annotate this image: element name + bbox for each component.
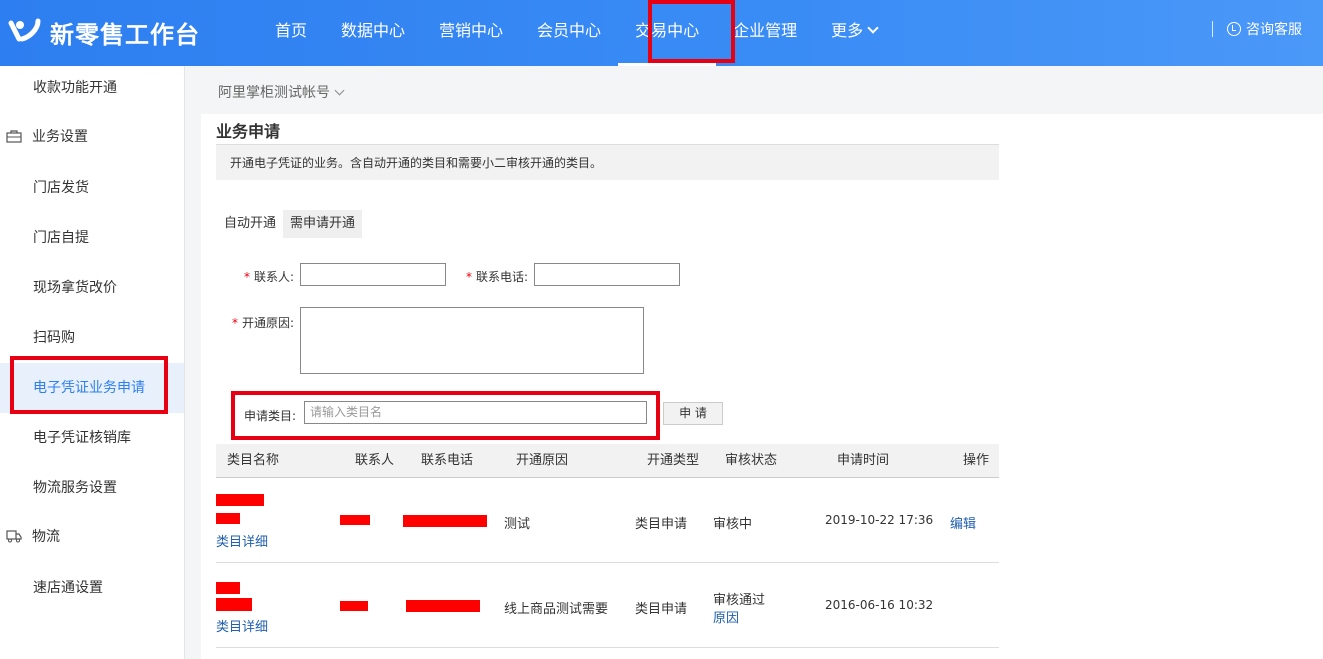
reason-cell: 测试 [504, 517, 531, 532]
time-cell: 2016-06-16 10:32 [825, 598, 934, 612]
sidebar-group-label: 业务设置 [32, 129, 88, 145]
table-row: 类目详细 线上商品测试需要 类目申请 审核通过 原因 2016-06-16 10… [216, 563, 999, 648]
sidebar-item-sudiantong-settings[interactable]: 速店通设置 [0, 563, 184, 613]
sidebar-item-label: 现场拿货改价 [33, 280, 117, 296]
chevron-down-icon [867, 22, 879, 34]
column-header-type: 开通类型 [647, 453, 700, 468]
truck-icon [6, 530, 22, 543]
status-cell: 审核中 [713, 517, 753, 532]
redacted-category-name [216, 513, 240, 524]
sidebar-item-evoucher-redemption[interactable]: 电子凭证核销库 [0, 413, 184, 463]
sidebar-item-label: 物流服务设置 [33, 480, 117, 496]
redacted-phone [403, 515, 487, 527]
divider [1212, 21, 1213, 37]
headset-icon [1227, 22, 1241, 36]
support-area: 咨询客服 [1212, 18, 1302, 40]
sidebar-item-label: 电子凭证核销库 [33, 430, 131, 446]
phone-label: * 联系电话: [466, 268, 528, 285]
sidebar-item-onsite-price-change[interactable]: 现场拿货改价 [0, 263, 184, 313]
nav-member-center[interactable]: 会员中心 [520, 0, 618, 66]
tab-apply-activation[interactable]: 需申请开通 [283, 210, 363, 238]
contact-label: * 联系人: [244, 268, 294, 285]
nav-marketing-center-label: 营销中心 [439, 21, 504, 40]
reason-link[interactable]: 原因 [713, 607, 739, 626]
sidebar-item-logistics-settings[interactable]: 物流服务设置 [0, 463, 184, 513]
nav-member-center-label: 会员中心 [537, 21, 602, 40]
business-application-panel: 业务申请 开通电子凭证的业务。含自动开通的类目和需要小二审核开通的类目。 自动开… [201, 114, 1323, 659]
chevron-down-icon [334, 85, 345, 96]
contact-label-text: 联系人: [254, 270, 295, 284]
category-detail-link[interactable]: 类目详细 [216, 531, 268, 550]
page-title: 业务申请 [216, 122, 281, 141]
application-tabs: 自动开通 需申请开通 [217, 210, 363, 238]
table-header: 类目名称 联系人 联系电话 开通原因 开通类型 审核状态 申请时间 操作 [216, 444, 999, 478]
nav-home-label: 首页 [275, 21, 308, 40]
app-logo[interactable]: 新零售工作台 [8, 14, 200, 50]
table-row: 类目详细 测试 类目申请 审核中 2019-10-22 17:36 编辑 [216, 478, 999, 563]
reason-label: * 开通原因: [232, 314, 294, 331]
column-header-status: 审核状态 [725, 453, 778, 468]
notice-banner: 开通电子凭证的业务。含自动开通的类目和需要小二审核开通的类目。 [216, 144, 999, 180]
account-name: 阿里掌柜测试帐号 [218, 85, 330, 101]
briefcase-icon [6, 130, 22, 143]
nav-data-center[interactable]: 数据中心 [324, 0, 422, 66]
type-cell: 类目申请 [635, 517, 688, 532]
sidebar-item-label: 速店通设置 [33, 580, 103, 596]
redacted-contact [340, 515, 370, 525]
sidebar-item-payment-activation[interactable]: 收款功能开通 [0, 63, 184, 113]
app-title: 新零售工作台 [50, 20, 200, 49]
nav-more-label: 更多 [831, 21, 864, 40]
column-header-phone: 联系电话 [421, 453, 474, 468]
column-header-category: 类目名称 [227, 453, 280, 468]
redacted-phone [406, 600, 480, 612]
sidebar-highlight-box [10, 356, 168, 414]
nav-home[interactable]: 首页 [258, 0, 324, 66]
reason-cell: 线上商品测试需要 [504, 602, 609, 617]
apply-button[interactable]: 申 请 [663, 402, 723, 425]
category-detail-link[interactable]: 类目详细 [216, 616, 268, 635]
required-mark: * [466, 270, 472, 284]
main-content: 阿里掌柜测试帐号 业务申请 开通电子凭证的业务。含自动开通的类目和需要小二审核开… [201, 66, 1323, 659]
required-mark: * [232, 316, 238, 330]
sidebar-group-logistics[interactable]: 物流 [0, 512, 184, 562]
applications-table: 类目名称 联系人 联系电话 开通原因 开通类型 审核状态 申请时间 操作 类目详… [216, 444, 999, 648]
redacted-category-name [216, 582, 240, 594]
main-nav: 首页 数据中心 营销中心 会员中心 交易中心 企业管理 更多 [258, 0, 894, 66]
reason-textarea[interactable] [300, 307, 644, 374]
time-cell: 2019-10-22 17:36 [825, 513, 934, 527]
column-header-reason: 开通原因 [516, 453, 569, 468]
column-header-contact: 联系人 [355, 453, 395, 468]
phone-label-text: 联系电话: [476, 270, 529, 284]
nav-highlight-box [648, 0, 735, 63]
nav-marketing-center[interactable]: 营销中心 [422, 0, 520, 66]
nav-enterprise-management-label: 企业管理 [733, 21, 798, 40]
required-mark: * [244, 270, 250, 284]
sidebar-item-label: 门店发货 [33, 180, 89, 196]
sidebar-item-label: 扫码购 [33, 330, 75, 346]
sidebar-item-label: 收款功能开通 [33, 80, 117, 96]
sidebar-item-label: 门店自提 [33, 230, 89, 246]
column-header-time: 申请时间 [837, 453, 890, 468]
status-cell: 审核通过 [713, 593, 766, 608]
edit-link[interactable]: 编辑 [950, 513, 976, 532]
reason-label-text: 开通原因: [242, 316, 295, 330]
redacted-category-name [216, 598, 252, 611]
redacted-contact [340, 601, 368, 611]
redacted-category-name [216, 494, 264, 506]
contact-field[interactable] [300, 263, 446, 286]
type-cell: 类目申请 [635, 602, 688, 617]
tab-auto-activation[interactable]: 自动开通 [217, 210, 283, 238]
sidebar-item-store-delivery[interactable]: 门店发货 [0, 163, 184, 213]
logo-icon [8, 18, 41, 42]
support-link[interactable]: 咨询客服 [1246, 19, 1302, 39]
sidebar-group-business-settings[interactable]: 业务设置 [0, 112, 184, 162]
account-switcher[interactable]: 阿里掌柜测试帐号 [218, 82, 345, 102]
sidebar-group-label: 物流 [32, 529, 60, 545]
nav-more[interactable]: 更多 [814, 0, 894, 66]
column-header-action: 操作 [963, 453, 990, 468]
phone-field[interactable] [534, 263, 680, 286]
category-highlight-box [231, 391, 660, 440]
nav-data-center-label: 数据中心 [341, 21, 406, 40]
sidebar-item-store-pickup[interactable]: 门店自提 [0, 213, 184, 263]
